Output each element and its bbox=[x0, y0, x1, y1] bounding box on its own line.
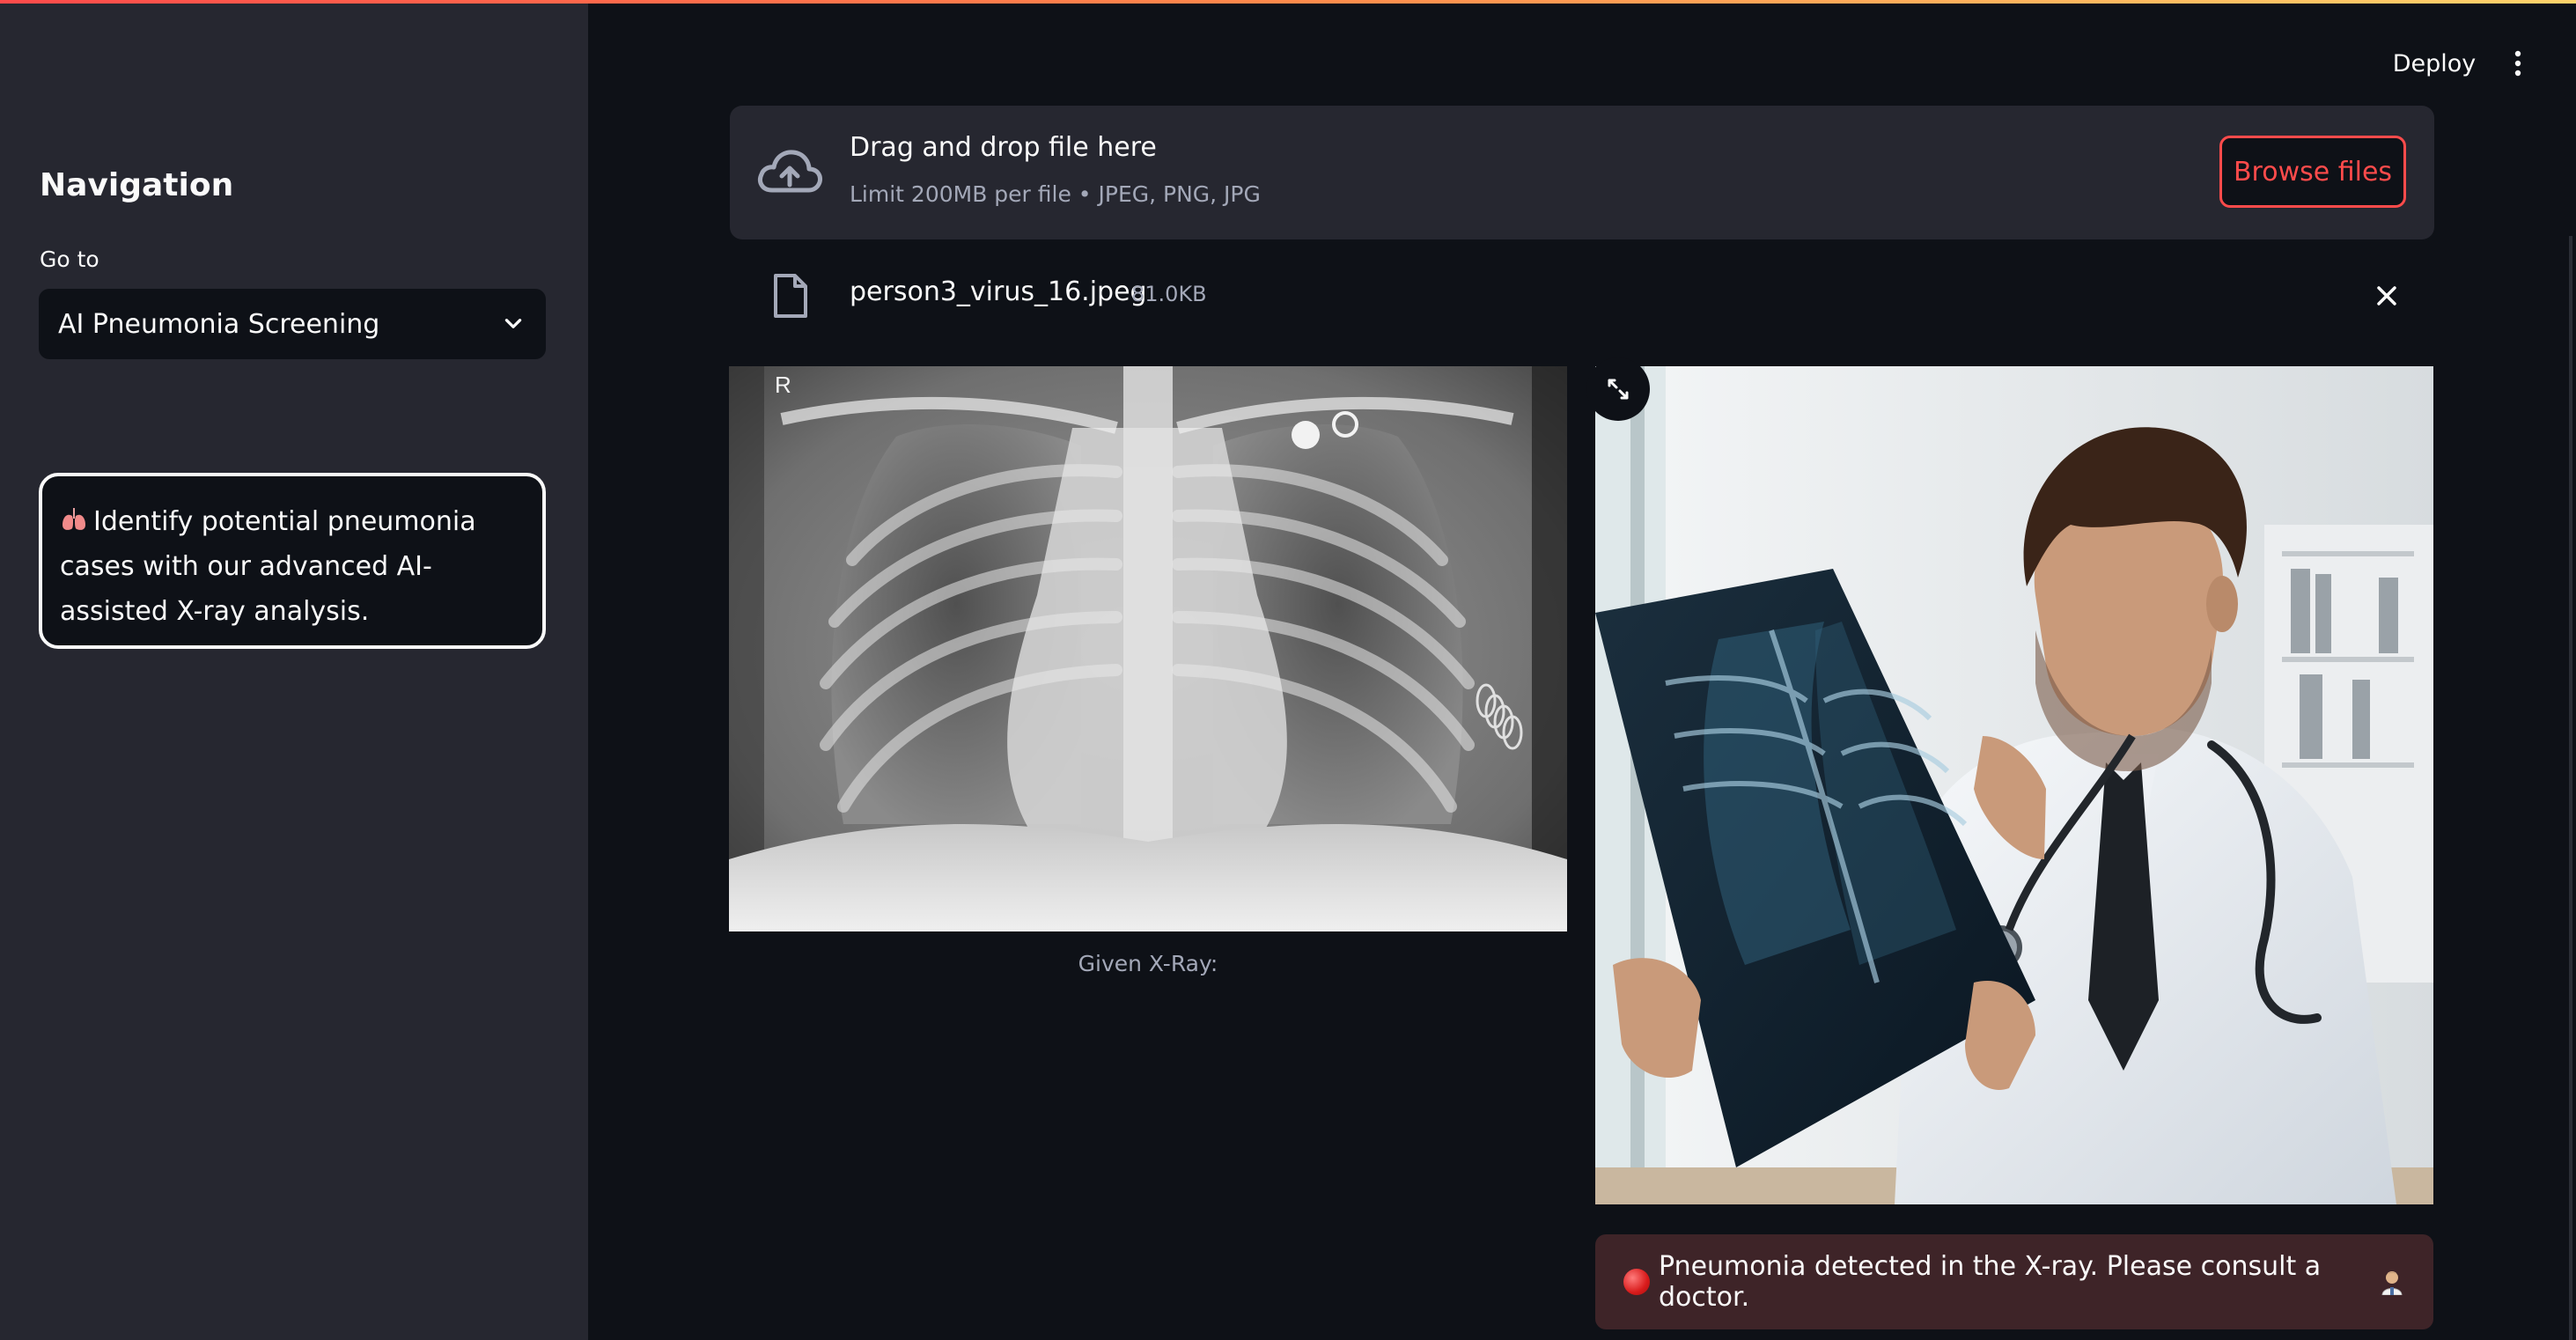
file-size: 81.0KB bbox=[1131, 282, 1207, 306]
sidebar: Navigation Go to AI Pneumonia Screening … bbox=[0, 4, 588, 1340]
uploaded-file-row: person3_virus_16.jpeg 81.0KB bbox=[730, 261, 2434, 331]
result-message: Pneumonia detected in the X-ray. Please … bbox=[1659, 1251, 2322, 1313]
cloud-upload-icon bbox=[754, 141, 825, 202]
dropzone-title: Drag and drop file here bbox=[850, 132, 1157, 163]
info-text: Identify potential pneumonia cases with … bbox=[60, 506, 476, 627]
file-name: person3_virus_16.jpeg bbox=[850, 276, 1147, 307]
doctor-illustration bbox=[1595, 366, 2433, 1204]
kebab-menu-icon[interactable] bbox=[2502, 42, 2534, 85]
dropzone-limit: Limit 200MB per file • JPEG, PNG, JPG bbox=[850, 181, 1261, 207]
xray-marker: R bbox=[775, 372, 791, 398]
expand-icon[interactable] bbox=[1586, 357, 1650, 421]
result-alert: Pneumonia detected in the X-ray. Please … bbox=[1595, 1234, 2433, 1329]
file-icon bbox=[770, 273, 809, 319]
xray-caption: Given X-Ray: bbox=[1078, 951, 1218, 976]
file-dropzone[interactable]: Drag and drop file here Limit 200MB per … bbox=[730, 106, 2434, 239]
page-select-value: AI Pneumonia Screening bbox=[58, 308, 380, 340]
browse-files-button[interactable]: Browse files bbox=[2219, 136, 2406, 208]
page-select[interactable]: AI Pneumonia Screening bbox=[39, 289, 546, 359]
close-icon[interactable] bbox=[2369, 278, 2404, 313]
xray-image: R bbox=[729, 366, 1567, 931]
scrollbar[interactable] bbox=[2569, 236, 2572, 1340]
doctor-icon bbox=[2379, 1269, 2405, 1296]
deploy-button[interactable]: Deploy bbox=[2377, 42, 2491, 85]
red-circle-icon bbox=[1623, 1269, 1650, 1295]
goto-label: Go to bbox=[40, 247, 99, 272]
info-box: Identify potential pneumonia cases with … bbox=[39, 473, 546, 649]
chevron-down-icon bbox=[500, 311, 526, 337]
sidebar-title: Navigation bbox=[40, 167, 234, 203]
lungs-icon bbox=[60, 503, 88, 531]
